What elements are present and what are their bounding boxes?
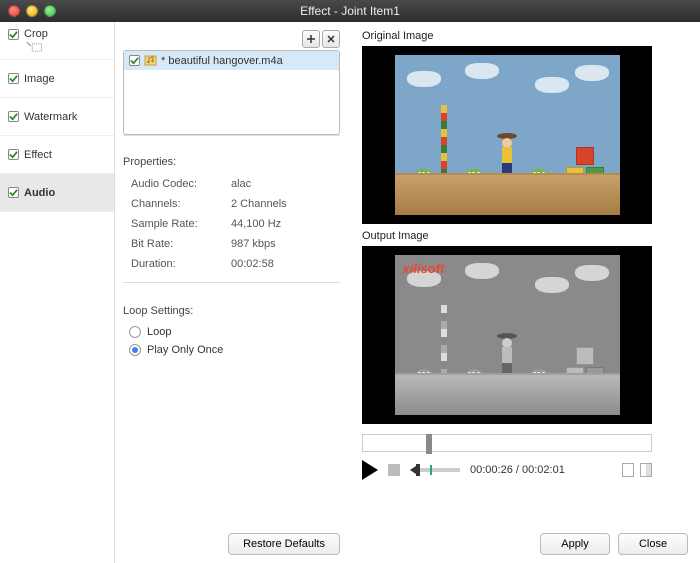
playback-time: 00:00:26 / 00:02:01 — [470, 464, 565, 476]
sidebar-label: Effect — [24, 149, 52, 161]
close-button[interactable]: Close — [618, 533, 688, 555]
audio-file-icon — [144, 54, 157, 67]
restore-defaults-button[interactable]: Restore Defaults — [228, 533, 340, 555]
property-row: Sample Rate:44,100 Hz — [123, 214, 340, 234]
radio-loop[interactable]: Loop — [123, 323, 340, 341]
checkbox-icon[interactable] — [129, 55, 140, 66]
window-titlebar: Effect - Joint Item1 — [0, 0, 700, 22]
original-image-label: Original Image — [362, 30, 688, 42]
property-row: Audio Codec:alac — [123, 174, 340, 194]
view-mode-compare-icon[interactable] — [640, 463, 652, 477]
sidebar-label: Image — [24, 73, 55, 85]
radio-label: Play Only Once — [147, 344, 223, 356]
original-preview — [362, 46, 652, 224]
playback-scrubber[interactable] — [362, 434, 652, 452]
view-mode-single-icon[interactable] — [622, 463, 634, 477]
stop-button[interactable] — [388, 464, 400, 476]
volume-slider[interactable] — [420, 468, 460, 472]
preview-panel: Original Image Output Image — [350, 22, 700, 563]
sidebar-item-crop[interactable]: Crop — [0, 22, 114, 60]
checkbox-icon[interactable] — [8, 73, 19, 84]
speaker-icon — [410, 466, 416, 474]
x-icon — [326, 34, 336, 44]
player-controls: 00:00:26 / 00:02:01 — [362, 460, 652, 480]
sidebar-label: Crop — [24, 28, 48, 40]
radio-play-once[interactable]: Play Only Once — [123, 341, 340, 359]
output-image-label: Output Image — [362, 230, 688, 242]
loop-heading: Loop Settings: — [123, 305, 340, 317]
output-preview: xilisoft — [362, 246, 652, 424]
property-row: Duration:00:02:58 — [123, 254, 340, 274]
volume-control[interactable] — [410, 466, 460, 474]
checkbox-icon[interactable] — [8, 149, 19, 160]
remove-file-button[interactable] — [322, 30, 340, 48]
window-title: Effect - Joint Item1 — [0, 4, 700, 18]
settings-panel: * beautiful hangover.m4a Properties: Aud… — [115, 22, 350, 563]
scrubber-thumb[interactable] — [426, 434, 432, 454]
sidebar-label: Audio — [24, 187, 55, 199]
crop-icon — [26, 42, 44, 53]
apply-button[interactable]: Apply — [540, 533, 610, 555]
checkbox-icon[interactable] — [8, 187, 19, 198]
sidebar-label: Watermark — [24, 111, 77, 123]
sidebar-item-audio[interactable]: Audio — [0, 174, 114, 212]
audio-file-list[interactable]: * beautiful hangover.m4a — [123, 50, 340, 135]
radio-label: Loop — [147, 326, 171, 338]
sidebar-item-image[interactable]: Image — [0, 60, 114, 98]
property-row: Bit Rate:987 kbps — [123, 234, 340, 254]
add-file-button[interactable] — [302, 30, 320, 48]
checkbox-icon[interactable] — [8, 29, 19, 40]
list-item[interactable]: * beautiful hangover.m4a — [124, 51, 339, 70]
property-row: Channels:2 Channels — [123, 194, 340, 214]
effect-sidebar: Crop Image Watermark Effect Audio — [0, 22, 115, 563]
sidebar-item-effect[interactable]: Effect — [0, 136, 114, 174]
file-name: * beautiful hangover.m4a — [161, 55, 283, 67]
checkbox-icon[interactable] — [8, 111, 19, 122]
radio-icon — [129, 326, 141, 338]
watermark-text: xilisoft — [403, 261, 445, 276]
radio-icon — [129, 344, 141, 356]
play-button[interactable] — [362, 460, 378, 480]
properties-heading: Properties: — [123, 156, 340, 168]
plus-icon — [306, 34, 316, 44]
sidebar-item-watermark[interactable]: Watermark — [0, 98, 114, 136]
